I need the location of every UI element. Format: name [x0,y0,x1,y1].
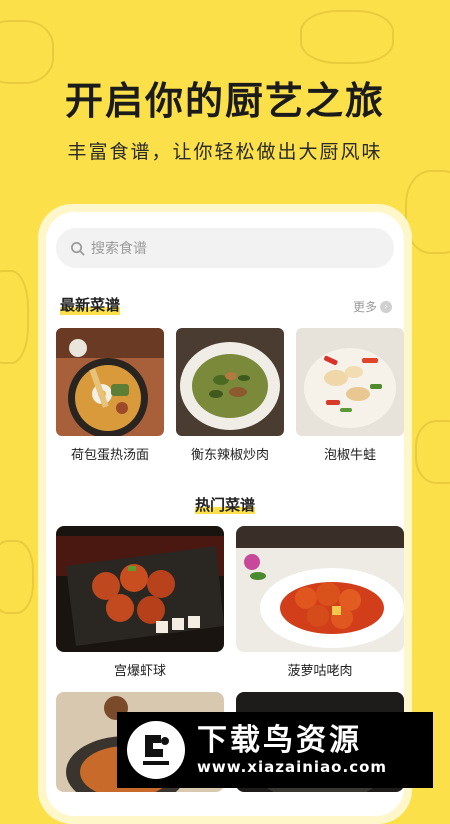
recipe-name: 泡椒牛蛙 [323,448,376,463]
hot-recipe-list: 宫爆虾球 菠萝咕咾肉 [56,526,404,679]
search-bar[interactable]: 搜索食谱 [56,228,394,268]
hot-section-title: 热门菜谱 [46,494,404,515]
latest-recipe-list: 荷包蛋热汤面 衡东辣椒炒肉 泡椒牛蛙 [56,328,404,463]
recipe-image [236,526,404,652]
search-placeholder: 搜索食谱 [91,241,147,257]
background-doodle [0,270,29,364]
watermark-url: www.xiazainiao.com [197,758,388,776]
recipe-name: 菠萝咕咾肉 [287,664,353,679]
more-button[interactable]: 更多 › [353,298,392,315]
chevron-right-icon: › [380,300,392,313]
watermark-banner: 下载鸟资源 www.xiazainiao.com [117,712,433,788]
background-doodle [300,10,394,64]
background-doodle [0,540,34,614]
recipe-card[interactable]: 菠萝咕咾肉 [236,526,404,679]
recipe-card[interactable]: 衡东辣椒炒肉 [176,328,284,463]
hero-title: 开启你的厨艺之旅 [64,79,385,123]
more-label: 更多 [352,300,377,314]
recipe-name: 荷包蛋热汤面 [70,448,149,463]
recipe-card[interactable]: 宫爆虾球 [56,526,224,679]
recipe-image [56,526,224,652]
watermark-title: 下载鸟资源 [197,723,362,758]
watermark-text: 下载鸟资源 www.xiazainiao.com [197,723,388,777]
recipe-name: 宫爆虾球 [113,664,166,679]
background-doodle [415,420,450,484]
recipe-name: 衡东辣椒炒肉 [190,448,269,463]
recipe-image [56,328,164,436]
bird-logo-icon [127,721,185,779]
search-icon [71,241,85,255]
recipe-image [296,328,404,436]
latest-section-title: 最新菜谱 [60,294,121,315]
recipe-image [176,328,284,436]
recipe-card[interactable]: 泡椒牛蛙 [296,328,404,463]
hot-section-title-text: 热门菜谱 [194,496,255,514]
hero-subtitle: 丰富食谱，让你轻松做出大厨风味 [67,141,383,163]
recipe-card[interactable]: 荷包蛋热汤面 [56,328,164,463]
